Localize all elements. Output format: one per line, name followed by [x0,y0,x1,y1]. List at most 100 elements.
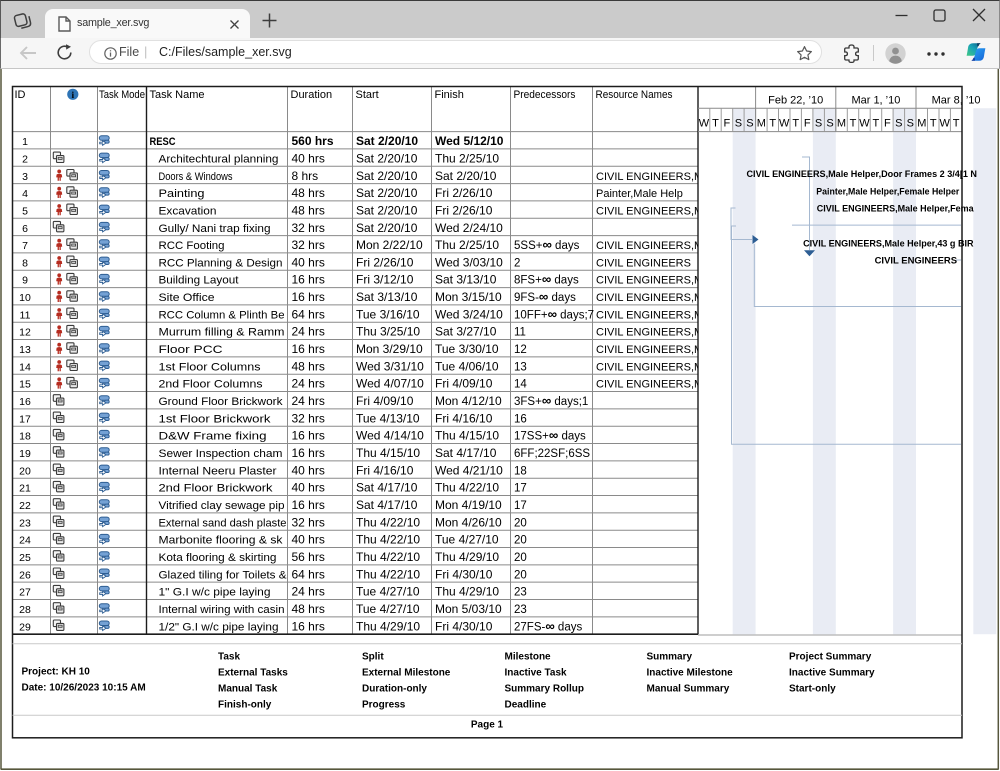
svg-text:56 hrs: 56 hrs [292,550,325,564]
svg-text:20: 20 [514,552,527,564]
svg-text:Wed 3/31/10: Wed 3/31/10 [356,359,424,373]
svg-text:18: 18 [514,465,527,477]
svg-text:Sat 2/20/10: Sat 2/20/10 [356,134,418,148]
svg-text:M: M [837,118,846,130]
svg-text:S: S [826,118,833,130]
svg-text:Start-only: Start-only [789,684,836,695]
svg-text:Mon 4/19/10: Mon 4/19/10 [435,498,502,512]
svg-text:5SS+∞ days: 5SS+∞ days [514,237,580,252]
svg-text:Sat 3/13/10: Sat 3/13/10 [356,290,418,304]
svg-text:D&W Frame fixing: D&W Frame fixing [159,431,267,443]
svg-text:Feb 22, ’10: Feb 22, ’10 [768,94,823,106]
svg-text:i: i [71,91,74,101]
svg-text:2: 2 [514,257,520,269]
svg-text:Duration-only: Duration-only [362,684,427,695]
svg-text:Inactive Milestone: Inactive Milestone [647,668,734,679]
svg-text:Mon 2/22/10: Mon 2/22/10 [356,238,423,252]
svg-text:Glazed tiling for Toilets &: Glazed tiling for Toilets & [159,569,288,581]
svg-text:32 hrs: 32 hrs [292,221,325,235]
svg-text:Fri 2/26/10: Fri 2/26/10 [356,255,414,269]
svg-text:Task Name: Task Name [150,89,205,101]
svg-text:Tue 4/27/10: Tue 4/27/10 [435,533,499,547]
svg-text:RCC Column & Plinth Be: RCC Column & Plinth Be [159,309,285,321]
svg-text:27FS-∞ days: 27FS-∞ days [514,618,582,633]
svg-text:Building Layout: Building Layout [159,275,240,287]
svg-text:Wed 3/03/10: Wed 3/03/10 [435,255,503,269]
svg-text:16 hrs: 16 hrs [292,429,325,443]
svg-text:T: T [850,118,857,130]
svg-text:CIVIL ENGINEERS,Male Helper: CIVIL ENGINEERS,Male Helper [596,171,754,183]
svg-text:16 hrs: 16 hrs [292,342,325,356]
svg-text:Predecessors: Predecessors [514,89,576,101]
svg-text:9: 9 [22,275,28,287]
svg-text:22: 22 [19,500,31,512]
svg-text:T: T [712,118,719,130]
svg-text:Fri 3/12/10: Fri 3/12/10 [356,273,414,287]
svg-text:Tue 3/16/10: Tue 3/16/10 [356,307,420,321]
svg-text:1st Floor Brickwork: 1st Floor Brickwork [159,413,271,425]
svg-text:External Tasks: External Tasks [218,668,288,679]
svg-text:Mon 5/03/10: Mon 5/03/10 [435,602,502,616]
svg-text:Thu 4/15/10: Thu 4/15/10 [435,429,499,443]
svg-text:Sat 2/20/10: Sat 2/20/10 [356,151,418,165]
svg-text:T: T [792,118,799,130]
svg-text:15: 15 [19,379,31,391]
svg-text:24 hrs: 24 hrs [292,394,325,408]
svg-text:S: S [815,118,822,130]
svg-text:16 hrs: 16 hrs [292,498,325,512]
svg-text:1: 1 [22,136,28,148]
svg-text:17: 17 [19,413,31,425]
svg-text:40 hrs: 40 hrs [292,463,325,477]
svg-text:16 hrs: 16 hrs [292,290,325,304]
svg-text:Tue 4/27/10: Tue 4/27/10 [356,602,420,616]
svg-text:Inactive Task: Inactive Task [505,668,568,679]
svg-text:Fri 4/30/10: Fri 4/30/10 [435,619,493,633]
svg-text:40 hrs: 40 hrs [292,151,325,165]
svg-text:2nd Floor Brickwork: 2nd Floor Brickwork [159,483,273,495]
svg-text:23: 23 [514,604,527,616]
svg-text:Progress: Progress [362,700,406,711]
svg-text:Site Office: Site Office [159,292,215,304]
svg-text:40 hrs: 40 hrs [292,255,325,269]
svg-text:1" G.I w/c pipe laying: 1" G.I w/c pipe laying [159,587,271,599]
svg-text:64 hrs: 64 hrs [292,307,325,321]
svg-text:Ground Floor Brickwork: Ground Floor Brickwork [159,396,283,408]
svg-text:Duration: Duration [291,89,333,101]
svg-text:Manual Summary: Manual Summary [647,684,730,695]
svg-text:24 hrs: 24 hrs [292,325,325,339]
svg-text:24 hrs: 24 hrs [292,377,325,391]
svg-text:T: T [873,118,880,130]
svg-text:6: 6 [22,223,28,235]
svg-text:Sat 3/27/10: Sat 3/27/10 [435,325,497,339]
svg-text:CIVIL ENGINEERS,Male Helper: CIVIL ENGINEERS,Male Helper [596,379,754,391]
svg-text:Wed 4/21/10: Wed 4/21/10 [435,463,503,477]
svg-text:Mon 4/26/10: Mon 4/26/10 [435,515,502,529]
svg-text:S: S [735,118,742,130]
svg-text:29: 29 [19,621,31,633]
svg-text:Sat 2/20/10: Sat 2/20/10 [356,221,418,235]
svg-text:Fri 4/16/10: Fri 4/16/10 [356,463,414,477]
svg-text:Wed 4/14/10: Wed 4/14/10 [356,429,424,443]
svg-text:Wed 3/24/10: Wed 3/24/10 [435,307,503,321]
svg-text:Thu 4/22/10: Thu 4/22/10 [356,550,420,564]
svg-text:Wed 4/07/10: Wed 4/07/10 [356,377,424,391]
svg-text:M: M [917,118,926,130]
svg-text:32 hrs: 32 hrs [292,411,325,425]
svg-text:RCC Planning & Design: RCC Planning & Design [159,257,283,269]
svg-text:17: 17 [514,483,527,495]
svg-text:Thu 4/29/10: Thu 4/29/10 [435,585,499,599]
svg-text:Fri 4/16/10: Fri 4/16/10 [435,411,493,425]
svg-text:F: F [804,118,811,130]
svg-text:Sat 4/17/10: Sat 4/17/10 [356,481,418,495]
svg-text:20: 20 [514,569,527,581]
svg-text:Doors & Windows: Doors & Windows [159,171,233,183]
svg-text:3FS+∞ days;1: 3FS+∞ days;1 [514,393,588,408]
svg-text:Thu 4/22/10: Thu 4/22/10 [356,567,420,581]
svg-text:Thu 2/25/10: Thu 2/25/10 [435,151,499,165]
svg-text:16 hrs: 16 hrs [292,273,325,287]
svg-text:25: 25 [19,552,31,564]
svg-text:W: W [699,118,710,130]
svg-text:External sand dash plaste: External sand dash plaste [159,517,287,529]
svg-text:Thu 3/25/10: Thu 3/25/10 [356,325,420,339]
svg-text:Task: Task [218,652,240,663]
